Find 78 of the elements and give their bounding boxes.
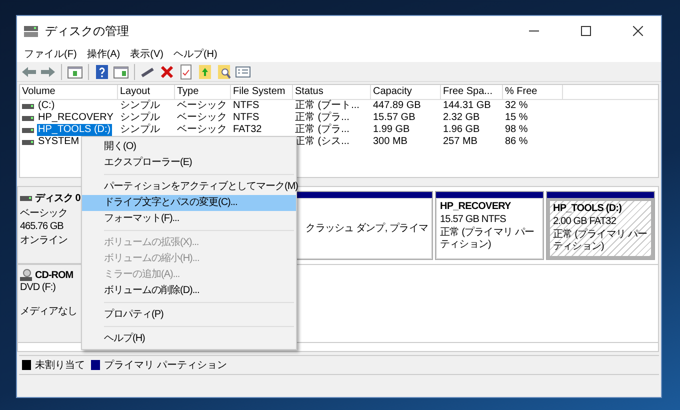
menu-item[interactable]: 表示(V) — [127, 48, 166, 60]
context-menu-item[interactable]: パーティションをアクティブとしてマーク(M) — [82, 179, 296, 195]
context-menu-item[interactable]: ボリュームの削除(D)... — [82, 283, 296, 299]
column-header[interactable]: Layout — [118, 85, 175, 99]
help-icon[interactable] — [94, 64, 110, 80]
context-menu-item[interactable]: フォーマット(F)... — [82, 211, 296, 227]
table-cell: NTFS — [233, 112, 260, 124]
folder-up-icon[interactable] — [197, 64, 213, 80]
drive-icon — [20, 196, 32, 200]
maximize-icon[interactable] — [581, 26, 591, 36]
table-cell: 32 % — [505, 100, 528, 112]
context-menu-item[interactable]: 開く(O) — [82, 139, 296, 155]
disk-management-icon — [23, 24, 39, 38]
table-cell: ベーシック — [177, 112, 227, 124]
column-header[interactable]: Free Spa... — [441, 85, 503, 99]
partition[interactable]: HP_TOOLS (D:) 2.00 GB FAT32 正常 (プライマリ パーティション) — [547, 198, 654, 259]
column-header[interactable]: Type — [175, 85, 231, 99]
properties-icon[interactable] — [235, 64, 251, 80]
table-cell-text: 正常 (プラ... — [295, 124, 350, 136]
folder-search-icon[interactable] — [216, 64, 232, 80]
table-cell[interactable]: HP_RECOVERY — [37, 112, 114, 124]
table-cell[interactable]: SYSTEM — [37, 136, 80, 148]
disk-info: DVD (F:) — [20, 282, 56, 293]
panel-icon[interactable] — [113, 64, 129, 80]
table-cell: 1.99 GB — [373, 124, 410, 136]
legend-label: 未割り当て — [35, 358, 85, 372]
table-cell[interactable]: (C:) — [37, 100, 56, 112]
table-cell-text: 正常 (ブート... — [295, 100, 360, 112]
drive-icon — [22, 128, 34, 132]
menu-item[interactable]: 操作(A) — [84, 48, 124, 60]
column-header[interactable]: Capacity — [371, 85, 441, 99]
table-cell: シンプル — [120, 124, 160, 136]
menu-item[interactable]: ヘルプ(H) — [170, 48, 220, 60]
table-cell: 98 % — [505, 124, 528, 136]
context-menu-item[interactable]: ドライブ文字とパスの変更(C)... — [82, 195, 296, 211]
table-cell-text: 正常 (プラ... — [295, 112, 350, 124]
table-cell[interactable]: HP_TOOLS (D:) — [37, 124, 112, 136]
window-title: ディスクの管理 — [45, 22, 130, 40]
table-cell-text: シンプル — [120, 112, 160, 124]
disk-info: メディアなし — [20, 305, 78, 318]
table-cell: FAT32 — [233, 124, 262, 136]
context-menu-item[interactable]: プロパティ(P) — [82, 307, 296, 323]
table-cell: 144.31 GB — [443, 100, 491, 112]
disk-info: ベーシック — [20, 207, 68, 220]
drive-icon — [22, 140, 34, 144]
column-header[interactable]: Status — [293, 85, 371, 99]
table-cell: 257 MB — [443, 136, 478, 148]
context-menu-item[interactable]: ヘルプ(H) — [82, 331, 296, 347]
disk-name: ディスク 0 — [35, 192, 80, 205]
disk-name: CD-ROM — [35, 270, 74, 280]
table-cell: 15 % — [505, 112, 528, 124]
column-header[interactable]: Volume — [20, 85, 118, 99]
table-cell: ベーシック — [177, 124, 227, 136]
table-cell: 300 MB — [373, 136, 408, 148]
delete-icon[interactable] — [159, 64, 175, 80]
cd-drive-icon — [20, 269, 32, 281]
panel-icon[interactable] — [67, 64, 83, 80]
drive-icon — [22, 116, 34, 120]
column-header[interactable]: File System — [231, 85, 293, 99]
table-cell-text: シンプル — [120, 100, 160, 112]
table-cell: ベーシック — [177, 100, 227, 112]
table-cell: 447.89 GB — [373, 100, 421, 112]
disk-info: 465.76 GB — [20, 221, 64, 232]
legend-label: プライマリ パーティション — [104, 358, 227, 372]
context-menu-item[interactable]: エクスプローラー(E) — [82, 155, 296, 171]
disk-info: オンライン — [20, 234, 68, 247]
checklist-icon[interactable] — [178, 64, 194, 80]
table-cell: 86 % — [505, 136, 528, 148]
table-cell: 15.57 GB — [373, 112, 416, 124]
partition[interactable]: HP_RECOVERY 15.57 GB NTFS 正常 (プライマリ パーティション) — [436, 198, 543, 259]
column-header[interactable]: % Free — [503, 85, 563, 99]
close-icon[interactable] — [633, 26, 643, 36]
minimize-icon[interactable] — [529, 30, 539, 32]
table-cell: NTFS — [233, 100, 260, 112]
menu-item[interactable]: ファイル(F) — [21, 48, 80, 60]
table-cell: 2.32 GB — [443, 112, 480, 124]
table-cell: 1.96 GB — [443, 124, 480, 136]
drive-icon — [22, 104, 34, 108]
